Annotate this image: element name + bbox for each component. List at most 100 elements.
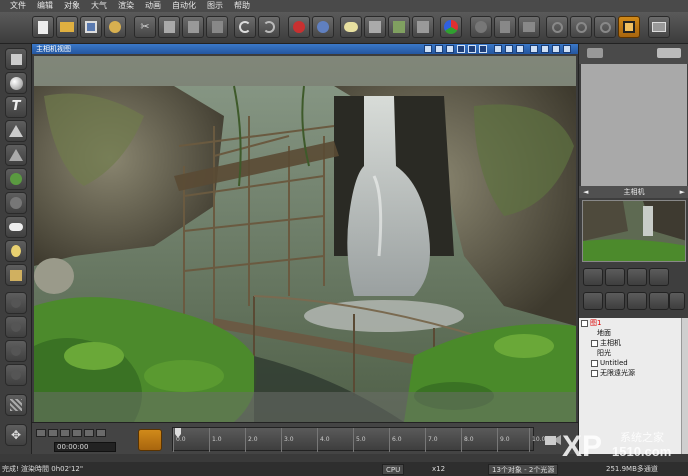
camera-thumbnail[interactable] (582, 200, 686, 262)
render-area-icon[interactable] (312, 16, 334, 38)
save-icon[interactable] (80, 16, 102, 38)
sphere-icon[interactable] (5, 72, 27, 94)
open-icon[interactable] (56, 16, 78, 38)
render-icon[interactable] (288, 16, 310, 38)
copy-icon[interactable] (158, 16, 180, 38)
panel-tool-1-icon[interactable] (587, 48, 603, 58)
keyframe-button[interactable] (138, 429, 162, 451)
tree-item-infinite-light[interactable]: 无限遠光源 (579, 368, 688, 378)
expand-icon[interactable] (591, 359, 598, 367)
tree-item-sunlight[interactable]: 阳光 (579, 348, 688, 358)
text-icon[interactable]: T (5, 96, 27, 118)
terrain-icon[interactable] (5, 144, 27, 166)
rewind-icon[interactable] (36, 429, 46, 437)
atmosphere-icon[interactable] (340, 16, 362, 38)
menu-help[interactable]: 帮助 (234, 0, 250, 12)
step-back-icon[interactable] (48, 429, 58, 437)
layer-tool-5-icon[interactable] (669, 292, 685, 310)
layer-tool-2-icon[interactable] (605, 292, 625, 310)
menu-render[interactable]: 渲染 (118, 0, 134, 12)
zoom-icon[interactable] (470, 16, 492, 38)
disabled-tool-4-icon[interactable] (5, 364, 27, 386)
viewport-option-7-icon[interactable] (494, 45, 502, 53)
stop-icon[interactable] (60, 429, 70, 437)
window-icon[interactable] (648, 16, 670, 38)
material-icon[interactable] (388, 16, 410, 38)
cut-icon[interactable]: ✂ (134, 16, 156, 38)
paste-icon[interactable] (182, 16, 204, 38)
camera-zoom-icon[interactable] (627, 268, 647, 286)
viewport-option-3-icon[interactable] (446, 45, 454, 53)
fast-forward-icon[interactable] (96, 429, 106, 437)
viewport-option-8-icon[interactable] (505, 45, 513, 53)
graph-icon[interactable] (518, 16, 540, 38)
panel-tool-2-icon[interactable] (657, 48, 681, 58)
camera-roll-icon[interactable] (649, 268, 669, 286)
expand-icon[interactable] (591, 339, 598, 347)
menu-bar: 文件 编辑 对象 大气 渲染 动画 自动化 图示 帮助 (0, 0, 688, 12)
cube-icon[interactable] (5, 48, 27, 70)
box-icon[interactable] (5, 264, 27, 286)
disabled-tool-1-icon[interactable] (5, 292, 27, 314)
layer-tool-4-icon[interactable] (649, 292, 669, 310)
viewport-option-1-icon[interactable] (424, 45, 432, 53)
mountain-icon[interactable] (5, 120, 27, 142)
viewport-option-11-icon[interactable] (541, 45, 549, 53)
camera-prev-icon[interactable]: ◄ (583, 188, 588, 196)
tree-item-camera[interactable]: 主相机 (579, 338, 688, 348)
menu-object[interactable]: 对象 (64, 0, 80, 12)
cloud-icon[interactable] (5, 216, 27, 238)
time-field[interactable]: 00:00:00 (54, 442, 116, 452)
object-icon[interactable] (364, 16, 386, 38)
menu-view[interactable]: 图示 (207, 0, 223, 12)
zoom-out-icon[interactable] (594, 16, 616, 38)
light-icon[interactable] (5, 240, 27, 262)
duplicate-icon[interactable] (206, 16, 228, 38)
play-icon[interactable] (72, 429, 82, 437)
layer-tool-1-icon[interactable] (583, 292, 603, 310)
viewport-option-6-icon[interactable] (479, 45, 487, 53)
stripes-icon[interactable] (5, 394, 27, 416)
menu-atmosphere[interactable]: 大气 (91, 0, 107, 12)
camera-pan-icon[interactable] (605, 268, 625, 286)
move-icon[interactable]: ✥ (5, 424, 27, 446)
step-forward-icon[interactable] (84, 429, 94, 437)
tree-item-ground[interactable]: 地面 (579, 328, 688, 338)
disabled-tool-3-icon[interactable] (5, 340, 27, 362)
tree-item-root[interactable]: 图1 (579, 318, 688, 328)
rendered-scene[interactable] (34, 56, 576, 422)
zoom-in-icon[interactable] (570, 16, 592, 38)
layer-tool-3-icon[interactable] (627, 292, 647, 310)
chart-icon[interactable] (494, 16, 516, 38)
menu-file[interactable]: 文件 (10, 0, 26, 12)
viewport-title: 主相机视图 (36, 45, 71, 53)
camera-orbit-icon[interactable] (583, 268, 603, 286)
viewport-maximize-icon[interactable] (563, 45, 571, 53)
expand-icon[interactable] (581, 319, 588, 327)
new-icon[interactable] (32, 16, 54, 38)
pan-icon[interactable] (618, 16, 640, 38)
camera-next-icon[interactable]: ► (680, 188, 685, 196)
menu-automation[interactable]: 自动化 (172, 0, 196, 12)
color-icon[interactable] (440, 16, 462, 38)
time-tick: 4.0 (317, 428, 330, 452)
viewport-minimize-icon[interactable] (552, 45, 560, 53)
redo-icon[interactable] (258, 16, 280, 38)
viewport-option-4-icon[interactable] (457, 45, 465, 53)
time-ruler[interactable]: 0.0 1.0 2.0 3.0 4.0 5.0 6.0 7.0 8.0 9.0 … (172, 427, 545, 452)
menu-animation[interactable]: 动画 (145, 0, 161, 12)
rock-icon[interactable] (5, 192, 27, 214)
expand-icon[interactable] (591, 369, 598, 377)
viewport-option-5-icon[interactable] (468, 45, 476, 53)
viewport-option-10-icon[interactable] (530, 45, 538, 53)
search-icon[interactable] (546, 16, 568, 38)
tree-item-untitled[interactable]: Untitled (579, 358, 688, 368)
tree-icon[interactable] (5, 168, 27, 190)
terrain-icon[interactable] (412, 16, 434, 38)
disabled-tool-2-icon[interactable] (5, 316, 27, 338)
viewport-option-9-icon[interactable] (516, 45, 524, 53)
menu-edit[interactable]: 编辑 (37, 0, 53, 12)
undo-icon[interactable] (234, 16, 256, 38)
import-icon[interactable] (104, 16, 126, 38)
viewport-option-2-icon[interactable] (435, 45, 443, 53)
